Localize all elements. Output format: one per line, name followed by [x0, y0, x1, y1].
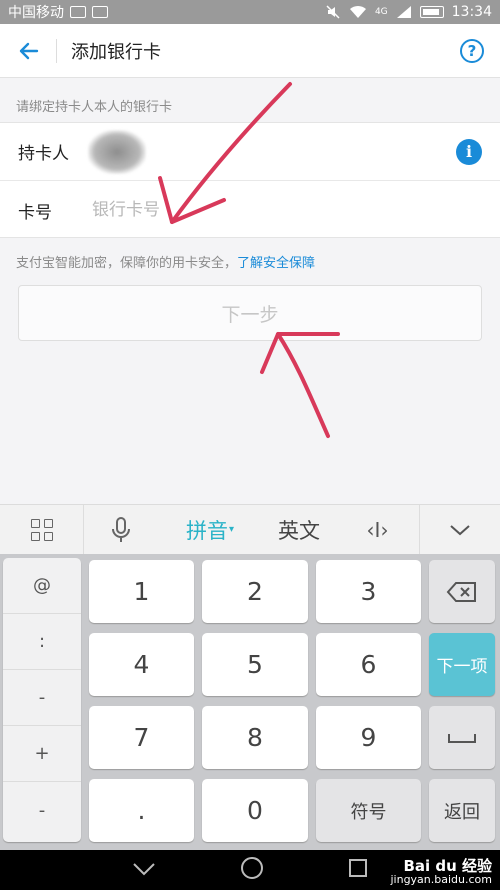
key-9[interactable]: 9	[316, 706, 421, 769]
image-status-icon	[92, 6, 108, 18]
card-number-row: 卡号	[0, 181, 500, 239]
network-type-label: 4G	[374, 7, 388, 17]
nav-recents-button[interactable]	[348, 858, 368, 882]
symbol-key[interactable]: :	[3, 614, 81, 670]
key-3[interactable]: 3	[316, 560, 421, 623]
voice-input-button[interactable]	[84, 505, 158, 555]
home-circle-icon	[241, 857, 263, 879]
cardholder-row: 持卡人 i	[0, 123, 500, 181]
wifi-icon	[349, 5, 366, 18]
question-circle-icon: ?	[467, 41, 477, 60]
delete-key[interactable]	[429, 560, 495, 623]
card-number-label: 卡号	[18, 202, 52, 223]
nav-back-button[interactable]	[132, 861, 156, 880]
info-icon: i	[465, 142, 473, 161]
info-button[interactable]: i	[456, 138, 482, 165]
microphone-icon	[112, 516, 130, 542]
help-button[interactable]: ?	[460, 38, 484, 63]
symbol-key[interactable]: -	[3, 670, 81, 726]
bind-hint: 请绑定持卡人本人的银行卡	[16, 100, 173, 115]
chevron-down-icon: ▾	[228, 524, 235, 535]
pinyin-mode-button[interactable]: 拼音 ▾	[158, 505, 262, 555]
security-note: 支付宝智能加密，保障你的用卡安全，了解安全保障	[16, 252, 315, 271]
baidu-watermark: Bai du 经验 jingyan.baidu.com	[390, 859, 492, 886]
symbol-key[interactable]: +	[3, 726, 81, 782]
card-number-input[interactable]	[92, 200, 392, 220]
grid-icon	[30, 518, 53, 541]
keyboard-menu-button[interactable]	[0, 504, 84, 555]
text-cursor-icon: ‹I›	[366, 517, 389, 542]
arrow-left-icon	[19, 42, 39, 59]
numeric-keyboard: @ : - + - 1 2 3 4 5 6 下一项 7 8 9 . 0 符号 返…	[0, 554, 500, 850]
card-form: 持卡人 i 卡号	[0, 122, 500, 238]
dot-key[interactable]: .	[89, 779, 194, 842]
chevron-down-icon	[450, 524, 470, 535]
english-mode-button[interactable]: 英文	[262, 505, 336, 555]
chevron-down-icon	[133, 862, 155, 875]
next-item-key[interactable]: 下一项	[429, 633, 495, 696]
page-title: 添加银行卡	[71, 41, 161, 63]
return-key[interactable]: 返回	[429, 779, 495, 842]
recents-square-icon	[349, 859, 367, 877]
cursor-move-button[interactable]: ‹I›	[336, 504, 420, 555]
security-text: 支付宝智能加密，保障你的用卡安全，	[16, 256, 238, 271]
symbols-key[interactable]: 符号	[316, 779, 421, 842]
cardholder-label: 持卡人	[18, 144, 69, 164]
header-divider	[56, 38, 57, 63]
back-button[interactable]	[0, 24, 56, 78]
key-1[interactable]: 1	[89, 560, 194, 623]
key-4[interactable]: 4	[89, 633, 194, 696]
cardholder-name-blurred	[88, 129, 146, 174]
space-icon	[448, 733, 476, 743]
carrier-label: 中国移动	[8, 5, 64, 21]
key-0[interactable]: 0	[202, 779, 308, 842]
backspace-icon	[446, 581, 476, 602]
symbol-key[interactable]: @	[3, 558, 81, 614]
key-2[interactable]: 2	[202, 560, 308, 623]
clock-label: 13:34	[451, 4, 492, 20]
key-5[interactable]: 5	[202, 633, 308, 696]
key-7[interactable]: 7	[89, 706, 194, 769]
signal-icon	[396, 6, 411, 18]
status-bar: 中国移动 4G 13:34	[0, 0, 500, 24]
app-header: 添加银行卡 ?	[0, 24, 500, 78]
hide-keyboard-button[interactable]	[420, 505, 500, 555]
symbol-key[interactable]: -	[3, 782, 81, 838]
battery-icon	[419, 6, 444, 18]
key-8[interactable]: 8	[202, 706, 308, 769]
keyboard-status-icon	[70, 6, 86, 18]
next-step-button[interactable]: 下一步	[18, 285, 482, 341]
arrow-to-next-button	[276, 332, 330, 438]
key-6[interactable]: 6	[316, 633, 421, 696]
security-link[interactable]: 了解安全保障	[237, 256, 315, 271]
keyboard-toolbar: 拼音 ▾ 英文 ‹I›	[0, 504, 500, 555]
mute-icon	[326, 5, 340, 19]
pinyin-label: 拼音	[185, 518, 228, 543]
symbol-column: @ : - + -	[3, 558, 81, 842]
nav-home-button[interactable]	[240, 856, 264, 884]
watermark-url: jingyan.baidu.com	[390, 873, 492, 886]
space-key[interactable]	[429, 706, 495, 769]
system-nav-bar: Bai du 经验 jingyan.baidu.com	[0, 850, 500, 890]
